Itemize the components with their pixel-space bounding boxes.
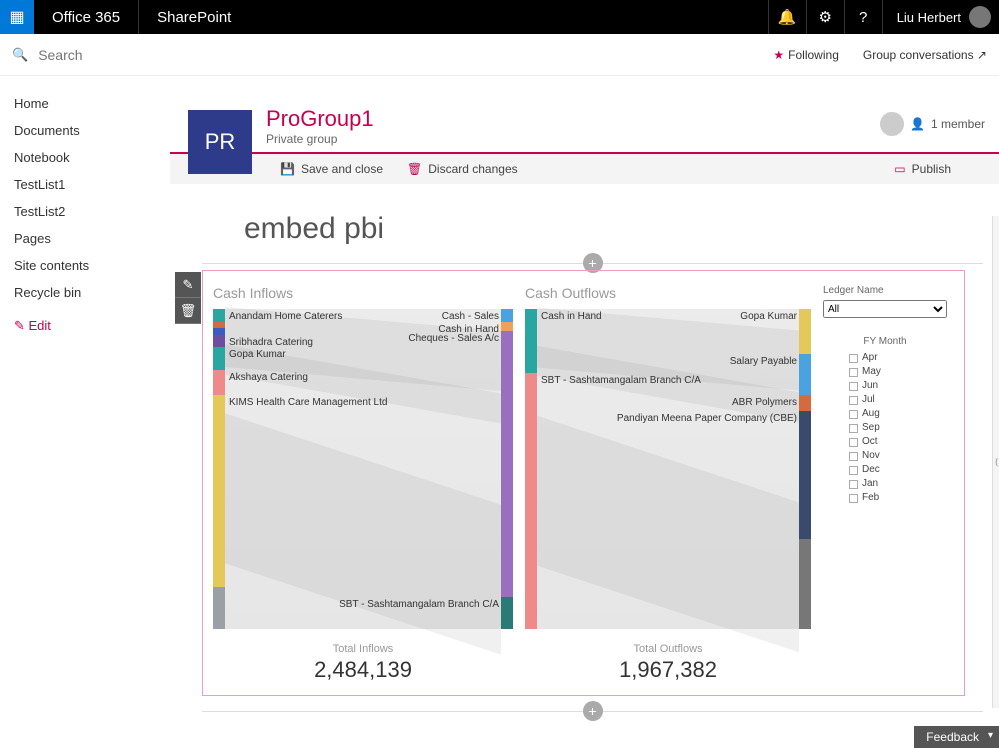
members-count: 1 member <box>931 117 985 131</box>
month-filter-may[interactable]: May <box>823 365 947 379</box>
month-filter-jan[interactable]: Jan <box>823 477 947 491</box>
month-filter-dec[interactable]: Dec <box>823 463 947 477</box>
sankey-node-label: KIMS Health Care Management Ltd <box>229 397 387 408</box>
inflows-title: Cash Inflows <box>213 285 513 301</box>
outflows-title: Cash Outflows <box>525 285 811 301</box>
page-title[interactable]: embed pbi <box>244 212 999 246</box>
inflows-total-label: Total Inflows <box>213 643 513 655</box>
outflows-total-value: 1,967,382 <box>525 657 811 683</box>
month-filter-apr[interactable]: Apr <box>823 351 947 365</box>
group-header: PR ProGroup1 Private group 👤 1 member <box>170 76 999 152</box>
person-icon: 👤 <box>910 117 925 131</box>
left-nav: Home Documents Notebook TestList1 TestLi… <box>0 76 170 748</box>
brand-office365[interactable]: Office 365 <box>34 0 139 34</box>
nav-documents[interactable]: Documents <box>14 117 170 144</box>
sankey-node-label: Cheques - Sales A/c <box>408 333 499 344</box>
checkbox-icon <box>849 424 858 433</box>
checkbox-icon <box>849 396 858 405</box>
section-divider-top: + <box>202 256 983 270</box>
cash-inflows-chart: Cash Inflows Anandam Home Caterers Sribha… <box>213 285 513 683</box>
ledger-name-select[interactable]: All <box>823 300 947 318</box>
checkbox-icon <box>849 480 858 489</box>
user-name: Liu Herbert <box>897 10 961 25</box>
expand-handle[interactable]: ⟨ <box>992 216 999 708</box>
feedback-button[interactable]: Feedback <box>914 726 999 748</box>
sankey-node-label: Akshaya Catering <box>229 372 308 383</box>
month-filter-feb[interactable]: Feb <box>823 491 947 505</box>
suite-bar: ▦ Office 365 SharePoint 🔔 ⚙ ? Liu Herber… <box>0 0 999 34</box>
checkbox-icon <box>849 452 858 461</box>
month-filter-oct[interactable]: Oct <box>823 435 947 449</box>
sankey-node-label: Gopa Kumar <box>740 311 797 322</box>
sankey-node-label: Pandiyan Meena Paper Company (CBE) <box>617 413 797 424</box>
section-divider-bottom: + <box>202 704 983 718</box>
settings-icon[interactable]: ⚙ <box>806 0 844 34</box>
checkbox-icon <box>849 368 858 377</box>
avatar <box>880 112 904 136</box>
webpart-toolbar: ✎ 🗑 <box>174 270 202 696</box>
sankey-node-label: Gopa Kumar <box>229 349 286 360</box>
discard-changes-button[interactable]: 🗑Discard changes <box>407 162 518 176</box>
checkbox-icon <box>849 466 858 475</box>
save-and-close-button[interactable]: 💾Save and close <box>280 162 383 176</box>
group-title: ProGroup1 <box>266 106 374 132</box>
search-icon[interactable]: 🔍 <box>12 47 28 63</box>
following-link[interactable]: ★ Following <box>773 48 838 62</box>
checkbox-icon <box>849 410 858 419</box>
sankey-node-label: Salary Payable <box>730 356 797 367</box>
members-area[interactable]: 👤 1 member <box>880 112 985 136</box>
save-icon: 💾 <box>280 162 295 176</box>
month-filter-sep[interactable]: Sep <box>823 421 947 435</box>
search-input[interactable] <box>38 47 158 63</box>
checkbox-icon <box>849 438 858 447</box>
delete-webpart-button[interactable]: 🗑 <box>175 298 201 324</box>
search-row: 🔍 ★ Following Group conversations ↗ <box>0 34 999 76</box>
nav-testlist1[interactable]: TestList1 <box>14 171 170 198</box>
nav-notebook[interactable]: Notebook <box>14 144 170 171</box>
discard-icon: 🗑 <box>407 162 422 176</box>
sankey-node-label: SBT - Sashtamangalam Branch C/A <box>541 375 701 386</box>
nav-testlist2[interactable]: TestList2 <box>14 198 170 225</box>
filter-panel: Ledger Name All FY Month AprMayJunJulAug… <box>823 285 947 683</box>
page-ribbon: 💾Save and close 🗑Discard changes ▭Publis… <box>170 152 999 184</box>
nav-edit-link[interactable]: ✎ Edit <box>14 312 170 340</box>
notifications-icon[interactable]: 🔔 <box>768 0 806 34</box>
sankey-node-label: SBT - Sashtamangalam Branch C/A <box>339 599 499 610</box>
nav-pages[interactable]: Pages <box>14 225 170 252</box>
brand-sharepoint[interactable]: SharePoint <box>139 0 249 34</box>
add-section-button-bottom[interactable]: + <box>583 701 603 721</box>
checkbox-icon <box>849 382 858 391</box>
sankey-node-label: Sribhadra Catering <box>229 337 313 348</box>
nav-recyclebin[interactable]: Recycle bin <box>14 279 170 306</box>
outflows-total-label: Total Outflows <box>525 643 811 655</box>
cash-outflows-chart: Cash Outflows Cash in Hand SBT - Sashtama… <box>525 285 811 683</box>
checkbox-icon <box>849 494 858 503</box>
sankey-node-label: ABR Polymers <box>732 397 797 408</box>
month-filter-jul[interactable]: Jul <box>823 393 947 407</box>
inflows-total-value: 2,484,139 <box>213 657 513 683</box>
month-filter-jun[interactable]: Jun <box>823 379 947 393</box>
sankey-node-label: Anandam Home Caterers <box>229 311 342 322</box>
ledger-name-label: Ledger Name <box>823 285 947 296</box>
powerbi-webpart[interactable]: Cash Inflows Anandam Home Caterers Sribha… <box>202 270 965 696</box>
help-icon[interactable]: ? <box>844 0 882 34</box>
group-subtitle: Private group <box>266 132 374 146</box>
month-filter-nov[interactable]: Nov <box>823 449 947 463</box>
sankey-node-label: Cash in Hand <box>541 311 602 322</box>
app-launcher[interactable]: ▦ <box>0 0 34 34</box>
user-menu[interactable]: Liu Herbert <box>882 0 999 34</box>
sankey-node-label: Cash - Sales <box>442 311 499 322</box>
month-filter-aug[interactable]: Aug <box>823 407 947 421</box>
star-icon: ★ <box>773 48 784 62</box>
checkbox-icon <box>849 354 858 363</box>
publish-button[interactable]: ▭Publish <box>894 162 951 176</box>
edit-webpart-button[interactable]: ✎ <box>175 272 201 298</box>
publish-icon: ▭ <box>894 162 905 176</box>
nav-sitecontents[interactable]: Site contents <box>14 252 170 279</box>
fy-month-header: FY Month <box>823 336 947 347</box>
group-tile: PR <box>188 110 252 174</box>
avatar-icon <box>969 6 991 28</box>
nav-home[interactable]: Home <box>14 90 170 117</box>
group-conversations-link[interactable]: Group conversations ↗ <box>863 48 987 62</box>
